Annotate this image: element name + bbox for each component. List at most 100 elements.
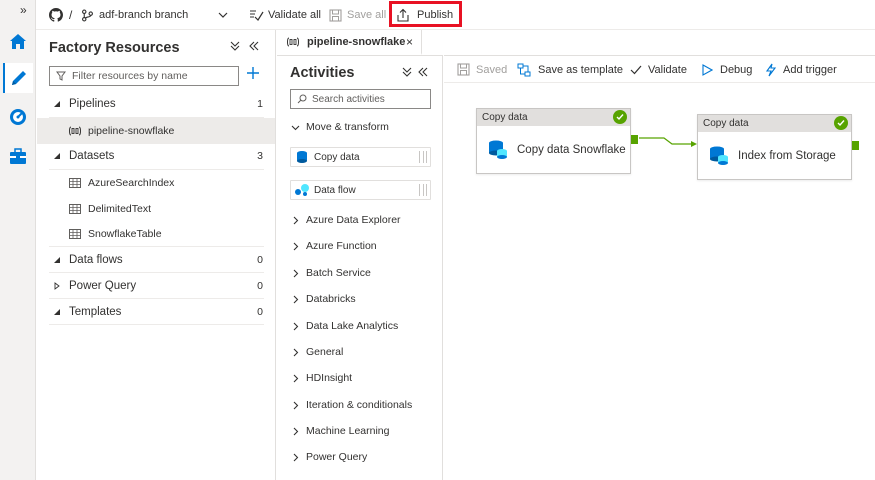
category-item[interactable]: Machine Learning xyxy=(291,422,389,440)
drag-handle[interactable] xyxy=(419,151,427,163)
collapse-all-icon[interactable] xyxy=(230,41,240,51)
activity-node-copy-data-snowflake[interactable]: Copy data Copy data Snowflake xyxy=(476,108,638,174)
pipeline-toolbar: Saved Save as template Validate Debug Ad… xyxy=(444,55,875,83)
expand-rail-icon[interactable]: » xyxy=(20,3,27,17)
category-label: Azure Data Explorer xyxy=(306,214,401,226)
branch-selector[interactable]: adf-branch branch xyxy=(99,0,188,30)
dataset-label: AzureSearchIndex xyxy=(88,177,175,189)
category-item[interactable]: Databricks xyxy=(291,290,356,308)
publish-highlight-box xyxy=(389,1,462,27)
pipeline-canvas[interactable]: Copy data Copy data Snowflake Copy data … xyxy=(444,84,875,480)
save-all-icon xyxy=(329,8,342,22)
template-icon xyxy=(517,63,531,76)
home-icon[interactable] xyxy=(3,27,33,57)
activity-data-flow[interactable]: Data flow xyxy=(290,180,431,200)
manage-toolbox-icon[interactable] xyxy=(3,141,33,171)
pipelines-count: 1 xyxy=(257,98,263,110)
category-item[interactable]: Iteration & conditionals xyxy=(291,396,412,414)
node-body: Index from Storage xyxy=(698,132,851,180)
branch-name: adf-branch branch xyxy=(99,9,189,21)
activity-label: Copy data xyxy=(314,151,360,163)
save-all-label: Save all xyxy=(347,9,387,21)
category-item[interactable]: HDInsight xyxy=(291,369,352,387)
validate-all-button[interactable]: Validate all xyxy=(249,0,321,30)
branch-dropdown-chevron-down-icon[interactable] xyxy=(218,0,228,30)
debug-button[interactable]: Debug xyxy=(701,56,752,83)
github-icon[interactable] xyxy=(49,0,63,30)
collapse-panel-icon[interactable] xyxy=(418,67,428,77)
category-label: HDInsight xyxy=(306,372,353,384)
repo-separator: / xyxy=(69,8,73,22)
chevron-right-icon xyxy=(293,269,299,277)
success-check-icon xyxy=(613,110,627,124)
chevron-right-icon xyxy=(293,348,299,356)
category-label: Data Lake Analytics xyxy=(306,320,399,332)
pipelines-section-header[interactable]: Pipelines 1 xyxy=(37,91,275,117)
tab-pipeline-snowflake[interactable]: pipeline-snowflake × xyxy=(277,30,422,55)
chevron-right-icon xyxy=(293,427,299,435)
category-item[interactable]: Azure Function xyxy=(291,237,377,255)
category-label: Move & transform xyxy=(306,121,389,133)
add-resource-plus-icon[interactable] xyxy=(246,66,260,80)
chevron-right-icon xyxy=(293,374,299,382)
left-nav-rail: » xyxy=(0,0,36,480)
saved-button[interactable]: Saved xyxy=(457,56,507,83)
category-item[interactable]: General xyxy=(291,343,343,361)
category-move-transform[interactable]: Move & transform xyxy=(291,118,389,136)
category-item[interactable]: Data Lake Analytics xyxy=(291,317,398,335)
tree-item-dataset[interactable]: AzureSearchIndex xyxy=(37,170,275,196)
add-trigger-button[interactable]: Add trigger xyxy=(764,56,837,83)
activity-copy-data[interactable]: Copy data xyxy=(290,147,431,167)
activities-panel: Activities Search activities Move & tran… xyxy=(277,55,443,480)
save-as-template-button[interactable]: Save as template xyxy=(517,56,623,83)
tree-item-pipeline-snowflake[interactable]: pipeline-snowflake xyxy=(37,118,275,144)
category-item[interactable]: Azure Data Explorer xyxy=(291,211,401,229)
output-port[interactable] xyxy=(631,135,638,144)
play-icon xyxy=(702,63,713,76)
search-placeholder: Search activities xyxy=(312,93,385,105)
node-name-label: Index from Storage xyxy=(738,150,836,162)
dataflows-section-header[interactable]: Data flows 0 xyxy=(37,247,275,273)
filter-resources-input[interactable]: Filter resources by name xyxy=(49,66,239,86)
search-activities-input[interactable]: Search activities xyxy=(290,89,431,109)
output-port[interactable] xyxy=(852,141,859,150)
author-pencil-icon[interactable] xyxy=(3,63,33,93)
expanded-triangle-icon xyxy=(54,101,60,107)
expanded-triangle-icon xyxy=(54,309,60,315)
category-item[interactable]: Batch Service xyxy=(291,264,371,282)
chevron-right-icon xyxy=(293,401,299,409)
monitor-icon[interactable] xyxy=(3,102,33,132)
datasets-section-header[interactable]: Datasets 3 xyxy=(37,143,275,169)
table-icon xyxy=(69,178,81,188)
activity-node-index-from-storage[interactable]: Copy data Index from Storage xyxy=(697,114,859,180)
dataset-label: SnowflakeTable xyxy=(88,228,162,240)
activities-title: Activities xyxy=(290,65,355,81)
factory-resources-panel: Factory Resources Filter resources by na… xyxy=(37,30,276,480)
dataflows-label: Data flows xyxy=(69,254,123,266)
category-label: Power Query xyxy=(306,451,368,463)
divider xyxy=(49,324,264,325)
editor-tab-bar: pipeline-snowflake × xyxy=(277,30,875,55)
collapse-panel-icon[interactable] xyxy=(249,41,259,51)
node-header: Copy data xyxy=(698,115,851,132)
tree-item-dataset[interactable]: DelimitedText xyxy=(37,196,275,222)
category-label: Iteration & conditionals xyxy=(306,399,413,411)
drag-handle[interactable] xyxy=(419,184,427,196)
tab-close-icon[interactable]: × xyxy=(406,35,413,49)
tree-item-dataset[interactable]: SnowflakeTable xyxy=(37,221,275,247)
category-item[interactable]: Power Query xyxy=(291,448,367,466)
templates-count: 0 xyxy=(257,306,263,318)
validate-all-label: Validate all xyxy=(268,9,321,21)
collapse-all-icon[interactable] xyxy=(402,67,412,77)
success-check-icon xyxy=(834,116,848,130)
templates-section-header[interactable]: Templates 0 xyxy=(37,299,275,325)
validate-button[interactable]: Validate xyxy=(630,56,687,83)
node-type-label: Copy data xyxy=(703,118,749,129)
copy-data-icon xyxy=(710,146,728,165)
powerquery-section-header[interactable]: Power Query 0 xyxy=(37,273,275,299)
save-all-button[interactable]: Save all xyxy=(329,0,386,30)
pipelines-label: Pipelines xyxy=(69,98,116,110)
filter-placeholder: Filter resources by name xyxy=(72,70,188,82)
datasets-count: 3 xyxy=(257,150,263,162)
chevron-right-icon xyxy=(293,322,299,330)
